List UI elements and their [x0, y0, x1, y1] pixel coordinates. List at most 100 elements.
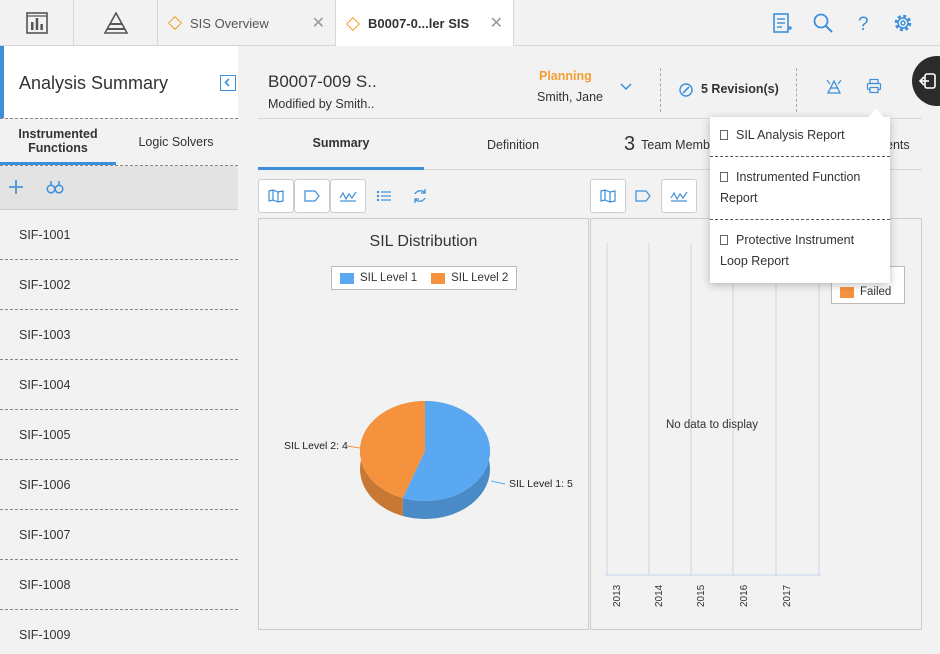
print-icon[interactable] [866, 78, 882, 94]
tab-label: Definition [486, 137, 540, 152]
trend-icon [339, 191, 357, 202]
sil-distribution-panel: SIL Distribution SIL Level 1 SIL Level 2… [258, 218, 589, 630]
list-button[interactable] [369, 179, 399, 213]
help-icon[interactable]: ? [851, 11, 875, 35]
clipboard-icon[interactable] [770, 11, 794, 35]
tab-definition[interactable]: Definition [424, 119, 602, 170]
tab-analysis[interactable]: B0007-0...ler SIS ✕ [336, 0, 514, 47]
trend-button[interactable] [330, 179, 366, 213]
trend-button[interactable] [661, 179, 697, 213]
list-item[interactable]: SIF-1005 [0, 410, 238, 460]
tab-label: Summary [312, 136, 370, 150]
dashboard-button[interactable] [0, 0, 74, 46]
close-icon[interactable]: ✕ [312, 13, 325, 33]
binoculars-icon[interactable] [46, 179, 64, 195]
tick-label: 2014 [654, 584, 665, 607]
map-icon [268, 189, 284, 203]
print-report-menu: SIL Analysis Report Instrumented Functio… [710, 109, 890, 283]
leader-line [346, 445, 361, 449]
left-toolbar [0, 166, 238, 210]
tab-label: SIS Overview [190, 15, 269, 31]
tab-label: Team Memb [641, 137, 710, 152]
page-subtitle: Modified by Smith.. [268, 97, 375, 111]
search-icon[interactable] [811, 11, 835, 35]
tab-summary[interactable]: Summary [258, 119, 424, 170]
tag-button[interactable] [294, 179, 330, 213]
tag-icon [304, 190, 320, 202]
menu-item-instrumented-function-report[interactable]: Instrumented Function Report [710, 167, 890, 209]
gear-icon[interactable] [891, 11, 915, 35]
close-icon[interactable]: ✕ [490, 13, 503, 33]
menu-item-label: Protective Instrument Loop Report [720, 233, 855, 268]
list-item[interactable]: SIF-1002 [0, 260, 238, 310]
svg-text:?: ? [858, 14, 869, 35]
list-item[interactable]: SIF-1001 [0, 210, 238, 260]
dashboard-icon [25, 12, 48, 34]
list-item[interactable]: SIF-1007 [0, 510, 238, 560]
tab-sis-overview[interactable]: SIS Overview ✕ [158, 0, 336, 46]
team-count: 3 [624, 133, 636, 155]
map-icon [600, 189, 616, 203]
left-panel-title: Analysis Summary [19, 73, 169, 93]
sif-list: SIF-1001 SIF-1002 SIF-1003 SIF-1004 SIF-… [0, 210, 238, 654]
list-item[interactable]: SIF-1004 [0, 360, 238, 410]
diamond-icon [345, 16, 361, 31]
tab-label: Instrumented Functions [18, 126, 98, 155]
menu-item-sil-analysis-report[interactable]: SIL Analysis Report [710, 125, 890, 146]
sis-home-button[interactable] [74, 0, 158, 46]
map-button[interactable] [258, 179, 294, 213]
document-icon [720, 130, 728, 140]
divider [796, 68, 797, 112]
revisions-link[interactable]: 5 Revision(s) [701, 82, 779, 96]
menu-item-label: Instrumented Function Report [720, 170, 861, 205]
tower-icon[interactable] [826, 79, 842, 95]
no-data-message: No data to display [666, 419, 759, 431]
refresh-icon [414, 189, 426, 203]
pyramid-icon [103, 12, 128, 34]
data-label: SIL Level 2: 4 [284, 440, 348, 452]
divider [660, 68, 661, 112]
collapse-panel-button[interactable] [220, 75, 236, 91]
tag-button[interactable] [628, 179, 658, 213]
legend-label: Failed [860, 286, 892, 298]
chevron-left-icon [224, 78, 230, 87]
left-panel: Analysis Summary Instrumented Functions … [0, 46, 238, 654]
tick-label: 2013 [612, 584, 623, 607]
map-button[interactable] [590, 179, 626, 213]
legend-swatch-failed [840, 286, 854, 298]
chevron-down-icon[interactable] [619, 82, 633, 92]
tick-label: 2016 [739, 584, 750, 607]
trend-icon [670, 191, 688, 202]
left-panel-header: Analysis Summary [0, 46, 238, 118]
tick-label: 2015 [696, 584, 707, 607]
left-tabs: Instrumented Functions Logic Solvers [0, 118, 238, 166]
tag-icon [635, 190, 651, 202]
compass-icon [679, 83, 693, 97]
leader-line [490, 480, 506, 485]
pie-chart [346, 401, 506, 519]
page-title: B0007-009 S.. [268, 72, 377, 91]
add-icon[interactable] [8, 179, 24, 195]
state-label[interactable]: Planning [539, 69, 592, 83]
tab-label: B0007-0...ler SIS [368, 16, 470, 31]
list-item[interactable]: SIF-1003 [0, 310, 238, 360]
list-item[interactable]: SIF-1008 [0, 560, 238, 610]
diamond-icon [167, 15, 183, 31]
list-item[interactable]: SIF-1006 [0, 460, 238, 510]
refresh-button[interactable] [405, 179, 435, 213]
state-user: Smith, Jane [537, 90, 604, 104]
document-icon [720, 172, 728, 182]
list-item[interactable]: SIF-1009 [0, 610, 238, 654]
tick-label: 2017 [782, 584, 793, 607]
tab-instrumented-functions[interactable]: Instrumented Functions [0, 119, 116, 165]
menu-caret [868, 109, 884, 117]
menu-item-protective-instrument-loop-report[interactable]: Protective Instrument Loop Report [710, 230, 890, 272]
document-icon [720, 235, 728, 245]
list-icon [376, 190, 391, 202]
tab-logic-solvers[interactable]: Logic Solvers [116, 119, 236, 165]
menu-item-label: SIL Analysis Report [736, 128, 845, 142]
data-label: SIL Level 1: 5 [509, 478, 573, 490]
sign-in-icon [919, 73, 936, 89]
tab-label: Logic Solvers [138, 135, 214, 149]
top-bar: SIS Overview ✕ B0007-0...ler SIS ✕ ? [0, 0, 940, 47]
